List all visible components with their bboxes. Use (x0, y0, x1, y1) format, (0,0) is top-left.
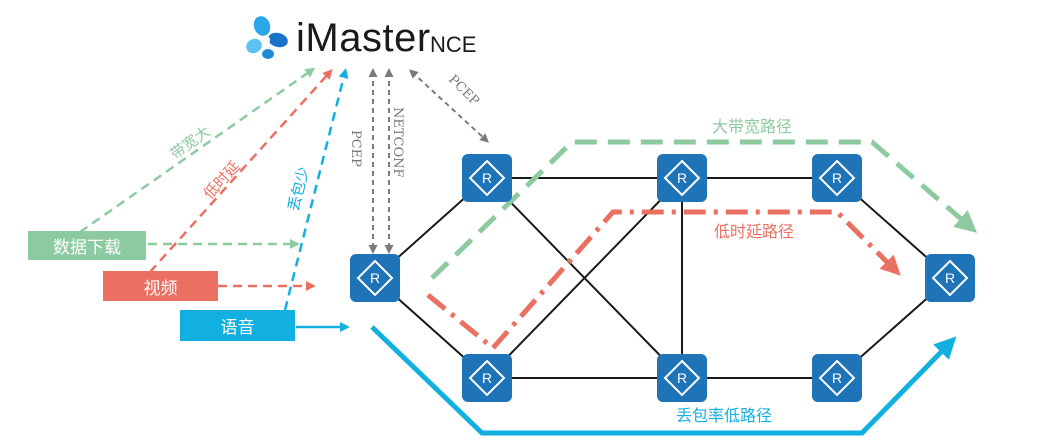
label-loss: 丢包少 (284, 165, 312, 213)
service-data-download: 数据下载 (28, 231, 146, 260)
router-glyph: R (482, 170, 492, 186)
protocol-label-pcep-left: PCEP (348, 130, 363, 167)
brand-name: iMaster (296, 16, 431, 60)
service-voice: 语音 (180, 310, 295, 341)
router-top-1: R (462, 154, 512, 202)
protocol-label-netconf: NETCONF (390, 107, 405, 178)
router-glyph: R (945, 270, 955, 286)
router-bottom-1: R (462, 354, 512, 402)
router-glyph: R (370, 270, 380, 286)
router-glyph: R (832, 370, 842, 386)
router-glyph: R (677, 370, 687, 386)
service-label: 语音 (220, 318, 255, 338)
router-glyph: R (482, 370, 492, 386)
path-label-low-loss: 丢包率低路径 (676, 406, 772, 425)
protocol-label-pcep-right: PCEP (445, 72, 482, 109)
router-top-2: R (657, 154, 707, 202)
brand-suffix: NCE (430, 32, 477, 57)
service-label: 视频 (143, 278, 178, 299)
router-glyph: R (677, 170, 687, 186)
service-label: 数据下载 (53, 238, 121, 258)
network-diagram: PCEP NETCONF PCEP 带宽大 低时延 丢包少 大带宽路径 低时延路… (79, 67, 978, 436)
service-video: 视频 (103, 271, 218, 301)
path-label-high-bandwidth: 大带宽路径 (712, 117, 792, 136)
router-ingress: R (350, 254, 400, 302)
router-top-3: R (812, 154, 862, 202)
router-bottom-2: R (657, 354, 707, 402)
router-glyph: R (832, 170, 842, 186)
network-links (374, 177, 951, 379)
path-low-latency (426, 209, 901, 352)
nce-logo-icon (246, 16, 288, 59)
router-egress: R (925, 254, 975, 302)
path-label-low-latency: 低时延路径 (714, 222, 794, 241)
router-bottom-3: R (812, 354, 862, 402)
label-latency: 低时延 (200, 158, 244, 203)
brand: iMaster NCE (240, 12, 500, 64)
